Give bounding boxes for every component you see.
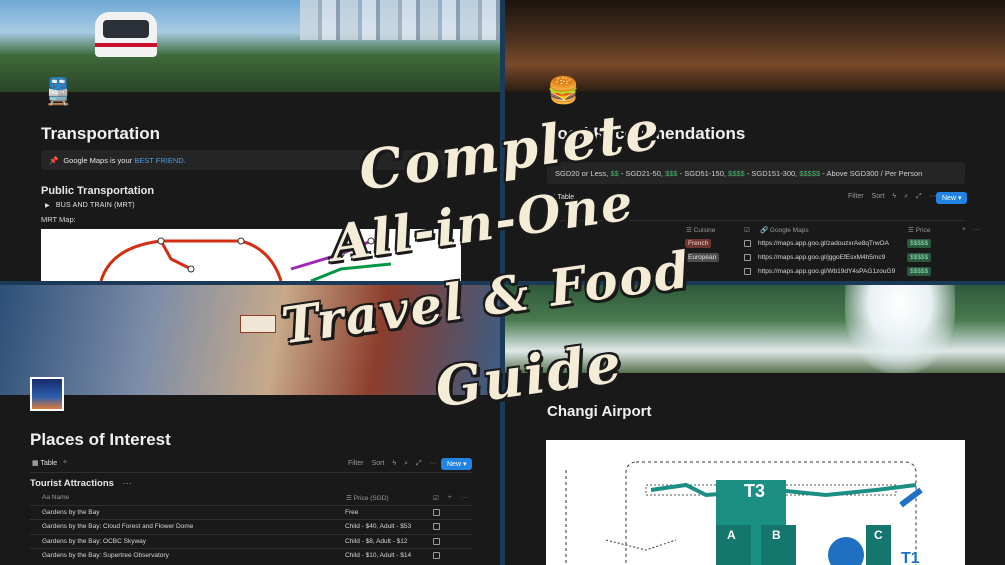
heading-more-icon[interactable]: ··· <box>123 478 133 489</box>
row-checkbox[interactable] <box>433 552 440 559</box>
attraction-price: Child - $10, Adult - $14 <box>345 552 412 559</box>
row-checkbox[interactable] <box>433 523 440 530</box>
places-sort-button[interactable]: Sort <box>372 460 385 467</box>
food-filter-button[interactable]: Filter <box>848 193 864 200</box>
attraction-name[interactable]: Gardens by the Bay: Supertree Observator… <box>42 552 169 559</box>
expand-icon[interactable]: ⤢ <box>916 193 922 200</box>
section-heading: Public Transportation <box>41 185 155 197</box>
food-toolbar: Filter Sort ϟ ⌕ ⤢ ··· <box>848 193 937 201</box>
places-tab-divider <box>30 472 472 473</box>
pushpin-icon: 📌 <box>49 156 59 165</box>
places-page-title: Places of Interest <box>30 430 171 449</box>
page-title: Transportation <box>41 124 161 143</box>
food-col-maps-label: Google Maps <box>769 227 809 234</box>
airport-map-image: T3 A B C T1 <box>546 440 965 565</box>
attraction-name[interactable]: Gardens by the Bay: OCBC Skyway <box>42 538 146 545</box>
food-col-price: ☰ Price <box>908 227 931 234</box>
food-new-label: New <box>942 195 957 202</box>
search-icon[interactable]: ⌕ <box>904 193 908 200</box>
attraction-name[interactable]: Gardens by the Bay <box>42 509 99 516</box>
train-window-graphic <box>103 20 149 38</box>
price-tag: $$$$$ <box>907 253 932 262</box>
lightning-icon[interactable]: ϟ <box>892 193 896 200</box>
expand-icon[interactable]: ⤢ <box>416 460 422 467</box>
places-add-column-icon[interactable]: + <box>448 494 452 501</box>
places-header-divider <box>30 505 472 506</box>
tourist-attractions-label: Tourist Attractions <box>30 478 114 489</box>
price-tag: $$$$$ <box>907 267 932 276</box>
row-checkbox[interactable] <box>433 509 440 516</box>
places-filter-button[interactable]: Filter <box>348 460 364 467</box>
night-city-icon[interactable] <box>30 377 64 411</box>
callout-text-mid: is your <box>107 156 135 165</box>
attraction-price: Child - $8, Adult - $12 <box>345 538 408 545</box>
row-checkbox[interactable] <box>433 538 440 545</box>
places-col-check-icon: ☑ <box>433 495 439 502</box>
overlay-line-4: Guide <box>431 330 627 420</box>
more-icon[interactable]: ··· <box>430 460 437 467</box>
gate-b-label: B <box>772 528 781 542</box>
terminal-map-graphic <box>565 461 923 565</box>
legend-g5: $$$$$ <box>799 169 821 178</box>
price-tag: $$$$$ <box>907 239 932 248</box>
rain-vortex-graphic <box>845 285 955 373</box>
maps-link[interactable]: https://maps.app.goo.gl/jggoEfEsxM4h5mc9 <box>758 254 885 261</box>
skyline-graphic <box>300 0 500 40</box>
row-divider <box>30 534 472 535</box>
hamburger-icon[interactable]: 🍔 <box>547 75 579 105</box>
gate-a-label: A <box>727 528 736 542</box>
places-toolbar: Filter Sort ϟ ⌕ ⤢ ··· <box>348 460 437 468</box>
places-tab-table[interactable]: ▦ Table <box>32 459 57 467</box>
legend-part5: - Above SGD300 / Per Person <box>820 169 923 178</box>
maps-link[interactable]: https://maps.app.goo.gl/Wb19dY4sPAG1zouG… <box>758 268 895 275</box>
places-new-button[interactable]: New ▾ <box>441 458 473 470</box>
places-col-name: Aa Name <box>42 494 70 501</box>
tourist-attractions-heading: Tourist Attractions ··· <box>30 478 132 489</box>
attraction-price: Free <box>345 509 359 516</box>
food-cover-image <box>505 0 1005 92</box>
guide-title-overlay: Complete All-in-One Travel & Food Guide <box>250 97 770 458</box>
add-view-button[interactable]: + <box>63 459 67 466</box>
places-new-label: New <box>447 461 462 468</box>
toggle-bus-train[interactable]: ▶ BUS AND TRAIN (MRT) <box>45 202 135 209</box>
train-stripe-graphic <box>95 43 157 47</box>
maps-link[interactable]: https://maps.app.goo.gl/zadouzxrAe8qTrwO… <box>758 240 889 247</box>
toggle-label: BUS AND TRAIN (MRT) <box>55 202 135 209</box>
food-new-button[interactable]: New ▾ <box>936 192 968 204</box>
terminal-t1-label: T1 <box>901 550 920 565</box>
places-tab-label: Table <box>40 460 58 467</box>
attraction-name[interactable]: Gardens by the Bay: Cloud Forest and Flo… <box>42 523 193 530</box>
row-divider <box>30 519 472 520</box>
search-icon[interactable]: ⌕ <box>404 460 408 467</box>
train-cover-image <box>0 0 500 92</box>
row-divider <box>30 548 472 549</box>
places-col-price-label: Price (SGD) <box>353 495 389 502</box>
places-more-icon[interactable]: ··· <box>461 494 468 501</box>
train-icon[interactable]: 🚆 <box>42 76 74 106</box>
places-col-price: ☰ Price (SGD) <box>346 495 389 502</box>
lightning-icon[interactable]: ϟ <box>392 460 396 467</box>
food-sort-button[interactable]: Sort <box>872 193 885 200</box>
gate-c-label: C <box>874 528 883 542</box>
terminal-t3-label: T3 <box>744 481 766 501</box>
toggle-triangle-icon[interactable]: ▶ <box>45 202 50 209</box>
attraction-price: Child - $40, Adult - $53 <box>345 523 412 530</box>
mrt-map-label: MRT Map: <box>41 215 76 224</box>
food-more-icon[interactable]: ··· <box>973 226 980 233</box>
callout-highlight: BEST FRIEND. <box>134 156 186 165</box>
food-add-column-icon[interactable]: + <box>962 226 966 233</box>
food-col-price-label: Price <box>915 227 931 234</box>
callout-text-pre: Google Maps <box>63 156 108 165</box>
